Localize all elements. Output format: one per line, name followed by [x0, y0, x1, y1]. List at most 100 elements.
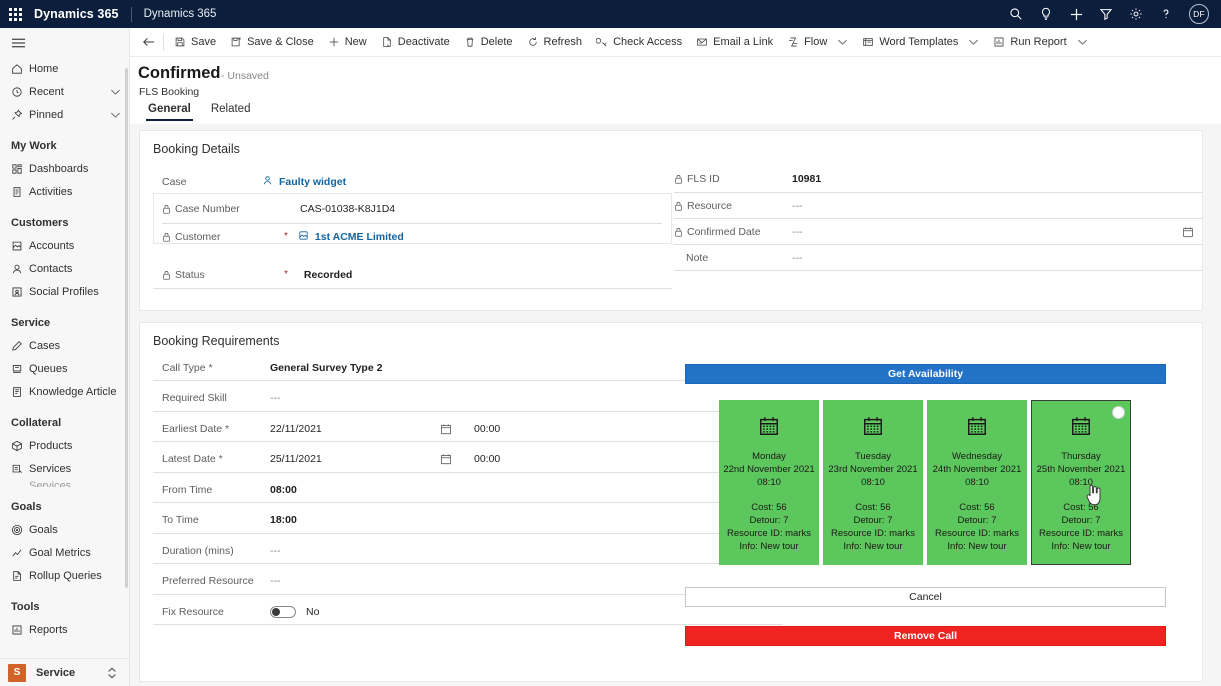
back-arrow-icon[interactable]	[136, 28, 162, 56]
fix-resource-toggle[interactable]	[270, 605, 296, 618]
divider	[153, 624, 783, 625]
slot-cost: Cost: 56	[855, 502, 891, 513]
booking-requirements-card: Booking Requirements Call Type * General …	[139, 322, 1203, 682]
sidebar-item-social-profiles[interactable]: Social Profiles	[0, 281, 129, 303]
command-check-access-button[interactable]: Check Access	[589, 28, 689, 56]
unsaved-indicator: - Unsaved	[221, 70, 269, 82]
plus-icon[interactable]	[1061, 0, 1091, 28]
field-customer[interactable]: Customer * 1st ACME Limited	[162, 224, 662, 249]
sidebar-item-home[interactable]: Home	[0, 58, 129, 80]
chevron-down-icon[interactable]	[110, 88, 121, 96]
search-icon[interactable]	[1001, 0, 1031, 28]
sidebar-item-goals[interactable]: Goals	[0, 519, 129, 541]
chevron-down-icon[interactable]	[837, 38, 848, 46]
chevron-down-icon[interactable]	[968, 38, 979, 46]
sidebar-item-knowledge-article[interactable]: Knowledge Article	[0, 381, 129, 403]
slot-day: Wednesday	[952, 451, 1002, 462]
field-resource[interactable]: Resource ---	[674, 193, 1194, 218]
field-latest-date[interactable]: Latest Date * 25/11/2021 00:00	[162, 447, 792, 472]
command-new-button[interactable]: New	[321, 28, 374, 56]
command-email-a-link-button[interactable]: Email a Link	[689, 28, 780, 56]
hamburger-menu-icon[interactable]	[0, 28, 129, 58]
field-case-value[interactable]: Faulty widget	[262, 175, 346, 189]
command-deactivate-button[interactable]: Deactivate	[374, 28, 457, 56]
field-duration-mins-[interactable]: Duration (mins) ---	[162, 538, 792, 563]
command-save-button[interactable]: Save	[167, 28, 223, 56]
command-flow-button[interactable]: Flow	[780, 28, 855, 56]
filter-icon[interactable]	[1091, 0, 1121, 28]
booking-details-title: Booking Details	[153, 142, 240, 156]
sidebar-item-reports[interactable]: Reports	[0, 619, 129, 641]
brand-title[interactable]: Dynamics 365	[30, 7, 129, 21]
field-confirmed-date-label-text: Confirmed Date	[687, 225, 761, 238]
sidebar-item-activities[interactable]: Activities	[0, 181, 129, 203]
app-name-label: Dynamics 365	[143, 8, 217, 20]
field-case-number[interactable]: Case Number CAS-01038-K8J1D4	[162, 196, 662, 221]
availability-slot-tuesday[interactable]: Tuesday 23rd November 2021 08:10 Cost: 56 De…	[823, 400, 923, 565]
app-switcher[interactable]: S Service	[0, 658, 129, 686]
command-delete-button[interactable]: Delete	[457, 28, 520, 56]
rollup-queries-icon	[11, 570, 29, 582]
tab-general[interactable]: General	[138, 103, 201, 121]
command-word-templates-button[interactable]: Word Templates	[855, 28, 986, 56]
field-resource-value: ---	[792, 199, 803, 212]
command-run-report-button[interactable]: Run Report	[986, 28, 1094, 56]
sidebar-item-label: Accounts	[29, 240, 75, 252]
sidebar-item-cases[interactable]: Cases	[0, 335, 129, 357]
field-from-time[interactable]: From Time 08:00	[162, 477, 792, 502]
availability-slot-monday[interactable]: Monday 22nd November 2021 08:10 Cost: 56 Det…	[719, 400, 819, 565]
sidebar-item-goal-metrics[interactable]: Goal Metrics	[0, 542, 129, 564]
command-bar-divider	[163, 33, 164, 51]
avatar[interactable]: DF	[1189, 4, 1209, 24]
field-status-label-text: Status	[175, 268, 205, 281]
field-case-number-label-text: Case Number	[175, 202, 240, 215]
cancel-button[interactable]: Cancel	[685, 587, 1166, 607]
divider	[153, 471, 783, 473]
slot-selected-radio[interactable]	[1112, 406, 1125, 419]
calendar-icon	[1070, 415, 1092, 442]
calendar-icon[interactable]	[440, 423, 452, 435]
chevron-down-icon[interactable]	[110, 111, 121, 119]
field-case-number-label: Case Number	[162, 203, 262, 215]
calendar-icon[interactable]	[1182, 226, 1194, 238]
field-confirmed-date[interactable]: Confirmed Date ---	[674, 219, 1194, 244]
tab-related[interactable]: Related	[201, 103, 261, 121]
lightbulb-icon[interactable]	[1031, 0, 1061, 28]
field-note[interactable]: Note ---	[674, 245, 1194, 270]
calendar-icon[interactable]	[440, 453, 452, 465]
appbar-actions: DF	[1001, 0, 1221, 28]
field-fls-id[interactable]: FLS ID 10981	[674, 166, 1194, 191]
record-header: Confirmed - Unsaved FLS Booking General R…	[130, 57, 1221, 124]
field-customer-value[interactable]: 1st ACME Limited	[298, 230, 404, 244]
field-status[interactable]: Status * Recorded	[162, 262, 662, 287]
field-case[interactable]: Case Faulty widget	[162, 169, 672, 194]
sidebar-item-label: Knowledge Article	[29, 386, 117, 398]
sidebar-item-accounts[interactable]: Accounts	[0, 235, 129, 257]
sidebar-scrollbar-thumb[interactable]	[125, 68, 128, 588]
sidebar-item-services[interactable]: Services	[0, 458, 129, 480]
divider	[153, 563, 783, 564]
get-availability-button[interactable]: Get Availability	[685, 364, 1166, 384]
sidebar-item-pinned[interactable]: Pinned	[0, 104, 129, 126]
sidebar-item-dashboards[interactable]: Dashboards	[0, 158, 129, 180]
app-launcher-icon[interactable]	[0, 7, 30, 21]
availability-slot-wednesday[interactable]: Wednesday 24th November 2021 08:10 Cost: 56…	[927, 400, 1027, 565]
command-save-close-button[interactable]: Save & Close	[223, 28, 321, 56]
field-to-time[interactable]: To Time 18:00	[162, 508, 792, 533]
sidebar-item-rollup-queries[interactable]: Rollup Queries	[0, 565, 129, 587]
sidebar-item-products[interactable]: Products	[0, 435, 129, 457]
help-icon[interactable]	[1151, 0, 1181, 28]
sidebar-item-queues[interactable]: Queues	[0, 358, 129, 380]
field-required-skill[interactable]: Required Skill ---	[162, 386, 792, 411]
gear-icon[interactable]	[1121, 0, 1151, 28]
command-refresh-button[interactable]: Refresh	[520, 28, 590, 56]
availability-slot-thursday[interactable]: Thursday 25th November 2021 08:10 Cost: 56 D…	[1031, 400, 1131, 565]
sidebar: Home Recent Pinned My Work Dashboards Activit…	[0, 28, 130, 686]
field-earliest-date[interactable]: Earliest Date * 22/11/2021 00:00	[162, 416, 792, 441]
chevron-down-icon[interactable]	[1077, 38, 1088, 46]
sidebar-item-recent[interactable]: Recent	[0, 81, 129, 103]
field-earliest-date-label-text: Earliest Date *	[162, 422, 230, 435]
field-note-value: ---	[792, 251, 803, 264]
sidebar-item-contacts[interactable]: Contacts	[0, 258, 129, 280]
remove-call-button[interactable]: Remove Call	[685, 626, 1166, 646]
